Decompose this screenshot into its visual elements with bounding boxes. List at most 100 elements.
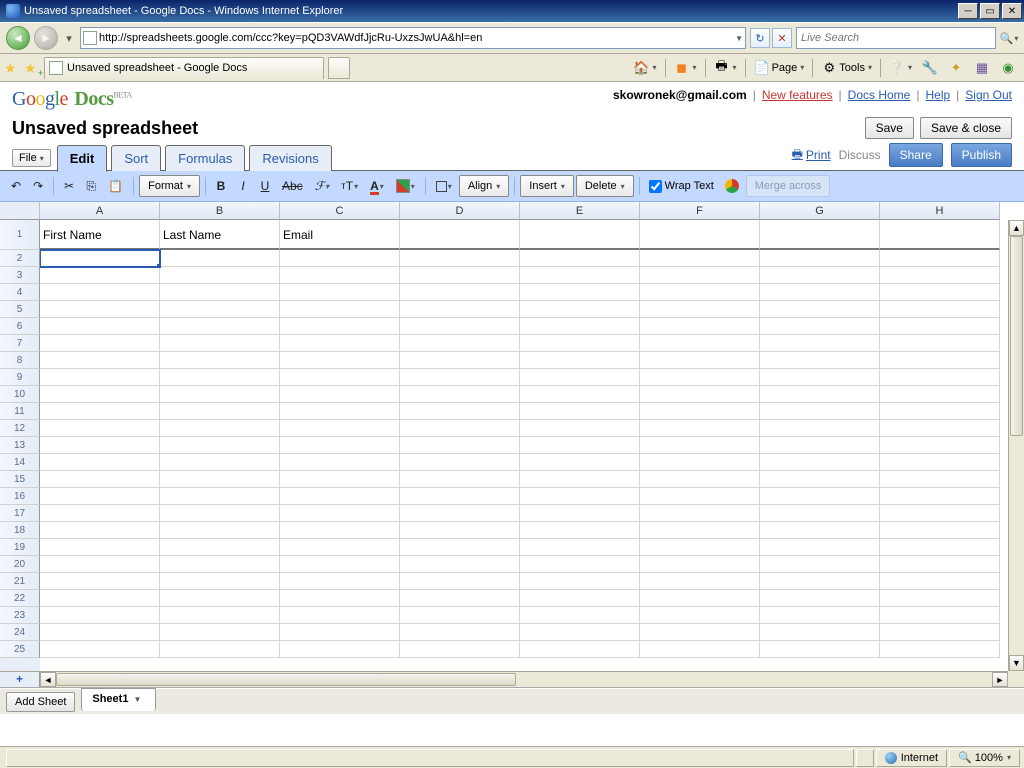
cell[interactable] xyxy=(640,641,760,658)
font-family-button[interactable]: ℱ▾ xyxy=(310,175,334,197)
browser-tab[interactable]: Unsaved spreadsheet - Google Docs xyxy=(44,57,324,79)
search-box[interactable] xyxy=(796,27,996,49)
row-header[interactable]: 17 xyxy=(0,505,40,522)
cell[interactable] xyxy=(280,590,400,607)
cell[interactable] xyxy=(520,437,640,454)
cell[interactable] xyxy=(400,267,520,284)
cell[interactable] xyxy=(160,556,280,573)
row-header[interactable]: 6 xyxy=(0,318,40,335)
cell[interactable] xyxy=(40,641,160,658)
cell[interactable] xyxy=(280,335,400,352)
cell[interactable] xyxy=(640,267,760,284)
wrap-text-checkbox[interactable]: Wrap Text xyxy=(649,180,714,193)
cell[interactable] xyxy=(760,267,880,284)
cell[interactable] xyxy=(760,220,880,250)
print-link[interactable]: 🖶Print xyxy=(792,145,831,166)
cell[interactable] xyxy=(400,386,520,403)
copy-button[interactable]: ⎘ xyxy=(81,175,101,197)
cell[interactable] xyxy=(40,522,160,539)
cell[interactable] xyxy=(640,420,760,437)
new-tab-button[interactable] xyxy=(328,57,350,79)
row-header[interactable]: 15 xyxy=(0,471,40,488)
row-header[interactable]: 8 xyxy=(0,352,40,369)
row-header[interactable]: 5 xyxy=(0,301,40,318)
cell[interactable] xyxy=(280,301,400,318)
cell[interactable] xyxy=(880,250,1000,267)
feeds-button[interactable]: ◼▾ xyxy=(670,58,701,78)
cell[interactable] xyxy=(160,386,280,403)
cell[interactable] xyxy=(760,488,880,505)
ie-addon4-icon[interactable]: ◉ xyxy=(996,58,1020,78)
cell[interactable] xyxy=(160,301,280,318)
align-menu[interactable]: Align▾ xyxy=(459,175,509,197)
sign-out-link[interactable]: Sign Out xyxy=(965,88,1012,102)
row-header[interactable]: 3 xyxy=(0,267,40,284)
row-header[interactable]: 21 xyxy=(0,573,40,590)
cell[interactable] xyxy=(280,267,400,284)
cell[interactable] xyxy=(400,624,520,641)
cell[interactable] xyxy=(520,573,640,590)
cell[interactable] xyxy=(880,420,1000,437)
cell[interactable] xyxy=(880,471,1000,488)
cell[interactable] xyxy=(160,471,280,488)
cell[interactable] xyxy=(640,369,760,386)
cell[interactable] xyxy=(640,522,760,539)
row-header[interactable]: 4 xyxy=(0,284,40,301)
cell[interactable] xyxy=(520,220,640,250)
cell[interactable] xyxy=(520,301,640,318)
cell[interactable] xyxy=(280,539,400,556)
row-header[interactable]: 11 xyxy=(0,403,40,420)
hscroll-thumb[interactable] xyxy=(56,673,516,686)
cell[interactable] xyxy=(40,454,160,471)
row-header[interactable]: 14 xyxy=(0,454,40,471)
column-header[interactable]: E xyxy=(520,202,640,220)
text-color-button[interactable]: A▾ xyxy=(365,175,389,197)
cell[interactable] xyxy=(160,437,280,454)
cell[interactable] xyxy=(520,607,640,624)
cell[interactable] xyxy=(640,352,760,369)
scroll-right-arrow[interactable]: ► xyxy=(992,672,1008,687)
cell[interactable] xyxy=(400,607,520,624)
cell[interactable] xyxy=(520,386,640,403)
ie-addon2-icon[interactable]: ✦ xyxy=(944,58,968,78)
favorites-star-icon[interactable]: ★ xyxy=(4,60,20,76)
cell[interactable] xyxy=(640,403,760,420)
cell[interactable] xyxy=(400,573,520,590)
cell[interactable] xyxy=(880,539,1000,556)
new-features-link[interactable]: New features xyxy=(762,88,833,102)
underline-button[interactable]: U xyxy=(255,175,275,197)
save-close-button[interactable]: Save & close xyxy=(920,117,1012,139)
sheet-tab-menu-icon[interactable]: ▼ xyxy=(133,695,141,704)
cell[interactable] xyxy=(280,573,400,590)
redo-button[interactable]: ↷ xyxy=(28,175,48,197)
cell[interactable] xyxy=(520,556,640,573)
column-header[interactable]: H xyxy=(880,202,1000,220)
save-button[interactable]: Save xyxy=(865,117,914,139)
cell[interactable] xyxy=(880,369,1000,386)
cell[interactable] xyxy=(760,369,880,386)
cell[interactable] xyxy=(640,318,760,335)
cell[interactable] xyxy=(40,420,160,437)
cell[interactable] xyxy=(280,607,400,624)
row-header[interactable]: 22 xyxy=(0,590,40,607)
tab-revisions[interactable]: Revisions xyxy=(249,145,331,171)
cell[interactable] xyxy=(40,607,160,624)
page-menu[interactable]: 📄Page▾ xyxy=(750,58,809,78)
column-header[interactable]: D xyxy=(400,202,520,220)
cell[interactable] xyxy=(280,522,400,539)
cell[interactable] xyxy=(520,488,640,505)
cell[interactable] xyxy=(520,403,640,420)
cell[interactable] xyxy=(40,539,160,556)
cell[interactable] xyxy=(640,301,760,318)
cell[interactable] xyxy=(520,522,640,539)
cell[interactable] xyxy=(40,556,160,573)
cell[interactable] xyxy=(640,437,760,454)
cell[interactable] xyxy=(400,335,520,352)
cell[interactable] xyxy=(640,220,760,250)
tab-edit[interactable]: Edit xyxy=(57,145,108,172)
cell[interactable] xyxy=(400,471,520,488)
cell[interactable] xyxy=(760,284,880,301)
cell[interactable] xyxy=(520,318,640,335)
add-rows-button[interactable]: + xyxy=(0,671,40,687)
cell[interactable] xyxy=(760,624,880,641)
